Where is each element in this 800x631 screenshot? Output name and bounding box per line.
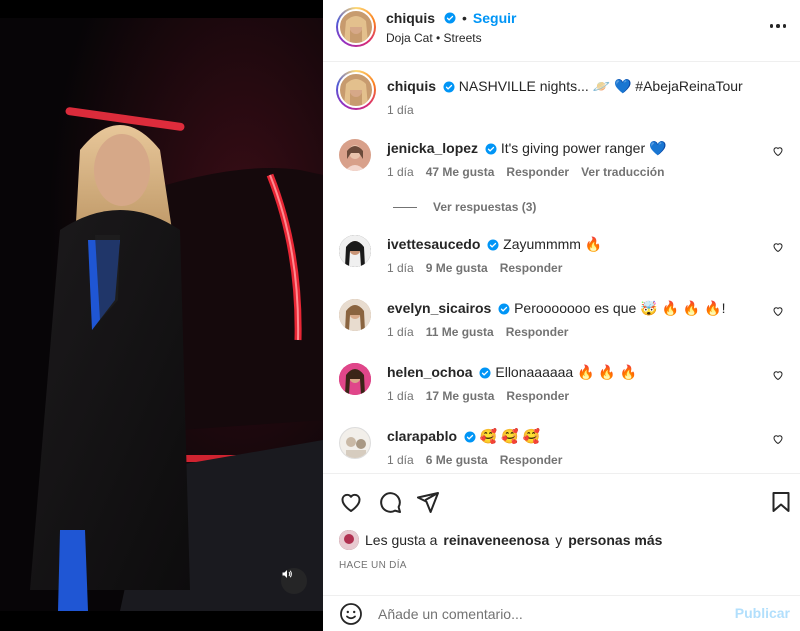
caption-username[interactable]: chiquis (387, 78, 436, 94)
video-frame (0, 18, 323, 611)
comment-time: 1 día (387, 389, 414, 403)
commenter-avatar[interactable] (339, 299, 371, 331)
comment-likes[interactable]: 6 Me gusta (426, 451, 488, 469)
emoji-icon[interactable] (339, 602, 363, 626)
verified-badge-icon (479, 367, 491, 379)
commenter-username[interactable]: jenicka_lopez (387, 140, 478, 156)
comment-like-heart-icon[interactable] (772, 241, 784, 253)
comment-like-heart-icon[interactable] (772, 305, 784, 317)
post-header: chiquis • Seguir Doja Cat • Streets (323, 0, 800, 62)
share-icon[interactable] (416, 490, 440, 514)
post-timestamp: HACE UN DÍA (339, 560, 407, 571)
audio-track-link[interactable]: Doja Cat • Streets (386, 31, 482, 45)
post-actions: Les gusta a reinaveneenosa y personas má… (323, 473, 800, 571)
comment-text: Zayummmm 🔥 (503, 236, 603, 252)
commenter-avatar[interactable] (339, 139, 371, 171)
verified-badge-icon (444, 12, 456, 24)
commenter-username[interactable]: ivettesaucedo (387, 236, 480, 252)
commenter-username[interactable]: clarapablo (387, 428, 457, 444)
commenter-username[interactable]: helen_ochoa (387, 364, 473, 380)
verified-badge-icon (498, 303, 510, 315)
author-username[interactable]: chiquis (386, 10, 435, 26)
comment-time: 1 día (387, 325, 414, 339)
caption-text: NASHVILLE nights... 🪐 💙 #AbejaReinaTour (458, 78, 743, 94)
comment-like-heart-icon[interactable] (772, 145, 784, 157)
liker-username[interactable]: reinaveneenosa (443, 532, 549, 548)
comment-text: It's giving power ranger 💙 (500, 140, 667, 156)
verified-badge-icon (443, 81, 455, 93)
comment-like-heart-icon[interactable] (772, 433, 784, 445)
reply-button[interactable]: Responder (506, 323, 569, 341)
comment-text: Ellonaaaaaa 🔥 🔥 🔥 (495, 364, 638, 380)
comment-input[interactable] (378, 604, 718, 624)
liker-avatar[interactable] (339, 530, 359, 550)
likes-middle: y (555, 532, 563, 548)
reply-button[interactable]: Responder (500, 451, 563, 469)
comment-icon[interactable] (378, 490, 402, 514)
likes-prefix: Les gusta a (365, 532, 438, 548)
mute-button[interactable] (281, 568, 307, 594)
publish-button[interactable]: Publicar (735, 605, 790, 621)
verified-badge-icon (485, 143, 497, 155)
replies-divider (393, 206, 417, 208)
comment-likes[interactable]: 17 Me gusta (426, 387, 495, 405)
speaker-icon (282, 570, 292, 578)
comment-time: 1 día (387, 165, 414, 179)
post-details-panel: chiquis • Seguir Doja Cat • Streets chiq… (323, 0, 800, 631)
comment-likes[interactable]: 47 Me gusta (426, 163, 495, 181)
view-replies-label: Ver respuestas (3) (433, 200, 537, 214)
commenter-avatar[interactable] (339, 235, 371, 267)
comment-text: Perooooooo es que 🤯 🔥 🔥 🔥! (514, 300, 726, 316)
comment-likes[interactable]: 11 Me gusta (426, 323, 494, 341)
view-replies-button[interactable]: Ver respuestas (3) (393, 200, 536, 214)
add-comment-bar: Publicar (323, 595, 800, 631)
more-horizontal-icon[interactable] (768, 16, 788, 36)
comment-time: 1 día (387, 261, 414, 275)
post-video[interactable] (0, 0, 323, 631)
follow-button[interactable]: Seguir (473, 10, 517, 26)
caption-time: 1 día (387, 103, 414, 117)
reply-button[interactable]: Responder (506, 387, 569, 405)
author-avatar[interactable] (336, 7, 376, 47)
header-separator: • (462, 10, 467, 26)
verified-badge-icon (487, 239, 499, 251)
comments-list: chiquis NASHVILLE nights... 🪐 💙 #AbejaRe… (323, 63, 800, 473)
bookmark-icon[interactable] (769, 490, 793, 514)
comment-text: 🥰 🥰 🥰 (479, 428, 540, 444)
caption-author-avatar[interactable] (336, 70, 376, 110)
translate-button[interactable]: Ver traducción (581, 163, 664, 181)
commenter-username[interactable]: evelyn_sicairos (387, 300, 491, 316)
reply-button[interactable]: Responder (506, 163, 569, 181)
likes-others-link[interactable]: personas más (568, 532, 662, 548)
comment-like-heart-icon[interactable] (772, 369, 784, 381)
comment-time: 1 día (387, 453, 414, 467)
reply-button[interactable]: Responder (500, 259, 563, 277)
verified-badge-icon (464, 431, 476, 443)
commenter-avatar[interactable] (339, 427, 371, 459)
commenter-avatar[interactable] (339, 363, 371, 395)
comment-likes[interactable]: 9 Me gusta (426, 259, 488, 277)
likes-summary: Les gusta a reinaveneenosa y personas má… (339, 530, 662, 550)
heart-icon[interactable] (339, 490, 363, 514)
